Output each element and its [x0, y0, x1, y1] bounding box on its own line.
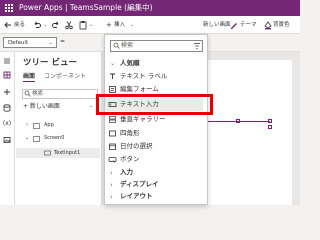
back-button[interactable]: 戻る	[14, 21, 25, 29]
menu-search-placeholder: 検索	[121, 42, 134, 49]
tree-node-screen[interactable]: Screen0	[44, 135, 64, 142]
insert-chevron-icon[interactable]: ⌄	[130, 22, 134, 28]
new-screen-chevron-icon[interactable]: ⌄	[89, 103, 93, 109]
tree-search-placeholder: 検索	[32, 91, 44, 97]
tree-node-app[interactable]: App	[44, 122, 54, 129]
expand-chevron-icon[interactable]: ›	[26, 122, 28, 129]
expand-chevron-icon[interactable]: ›	[110, 193, 113, 201]
tab-components[interactable]: コンポーネント	[44, 73, 86, 81]
calendar-icon	[108, 142, 117, 151]
menu-item-date-picker[interactable]: 日付の選択	[120, 142, 153, 151]
property-dropdown[interactable]: Default ⌄	[3, 37, 57, 48]
equals-icon: =	[60, 38, 66, 45]
menu-item-button[interactable]: ボタン	[120, 155, 140, 164]
menu-item-text-label[interactable]: テキスト ラベル	[120, 72, 167, 81]
insert-plus-icon[interactable]: +	[106, 21, 112, 29]
screen-node-icon	[33, 136, 40, 142]
menu-item-rectangle[interactable]: 四角形	[120, 129, 140, 138]
new-screen-link[interactable]: + 新しい画面	[23, 103, 60, 111]
gallery-icon	[108, 115, 117, 124]
menu-item-vertical-gallery[interactable]: 垂直ギャラリー	[120, 115, 166, 124]
resize-handle[interactable]	[268, 125, 272, 129]
redo-icon[interactable]	[51, 20, 61, 30]
background-color-icon[interactable]	[263, 20, 273, 30]
background-color-button[interactable]: 背景色	[273, 21, 290, 29]
group-input[interactable]: 入力	[120, 168, 133, 177]
theme-button[interactable]: テーマ	[240, 21, 257, 29]
selection-outline	[206, 121, 270, 122]
insert-rail-icon[interactable]	[2, 87, 12, 97]
insert-button[interactable]: 挿入	[114, 21, 125, 29]
undo-chevron-icon[interactable]: ⌄	[43, 22, 47, 28]
theme-icon[interactable]	[229, 20, 239, 30]
form-icon	[108, 85, 117, 94]
section-popular[interactable]: 人気順	[120, 59, 140, 68]
button-icon	[108, 155, 117, 164]
property-value: Default	[8, 40, 29, 46]
text-input-node-icon	[44, 150, 51, 156]
app-node-icon	[33, 123, 40, 129]
group-layout[interactable]: レイアウト	[120, 192, 153, 201]
variables-icon[interactable]: (x)	[2, 119, 12, 129]
data-icon[interactable]	[2, 103, 12, 113]
chevron-down-icon: ⌄	[48, 40, 53, 46]
tab-screens[interactable]: 画面	[23, 73, 36, 82]
highlight-box	[96, 94, 213, 115]
hamburger-icon[interactable]	[2, 56, 12, 66]
search-icon	[113, 42, 120, 49]
app-launcher-icon[interactable]	[5, 4, 13, 12]
cut-icon[interactable]	[64, 20, 74, 30]
group-display[interactable]: ディスプレイ	[120, 180, 159, 189]
label-icon	[108, 72, 117, 81]
app-title: Power Apps | TeamsSample (編集中)	[19, 3, 153, 12]
media-icon[interactable]	[2, 135, 12, 145]
back-icon[interactable]	[3, 20, 13, 30]
menu-item-edit-form[interactable]: 編集フォーム	[120, 85, 159, 94]
collapse-chevron-icon[interactable]: ⌄	[25, 135, 29, 142]
tree-view-icon[interactable]	[2, 70, 12, 80]
paste-chevron-icon[interactable]: ⌄	[89, 22, 93, 28]
new-screen-button[interactable]: 新しい画面	[203, 21, 231, 29]
rectangle-icon	[108, 129, 117, 138]
paste-icon[interactable]	[78, 20, 88, 30]
collapse-chevron-icon[interactable]: ⌄	[110, 60, 115, 67]
tree-node-textinput[interactable]: TextInput1	[54, 150, 80, 157]
filter-icon[interactable]	[193, 42, 201, 50]
expand-chevron-icon[interactable]: ›	[110, 169, 113, 177]
tree-view-title: ツリー ビュー	[23, 58, 77, 68]
undo-icon[interactable]	[32, 20, 42, 30]
expand-chevron-icon[interactable]: ›	[110, 181, 113, 189]
search-icon	[24, 90, 31, 97]
